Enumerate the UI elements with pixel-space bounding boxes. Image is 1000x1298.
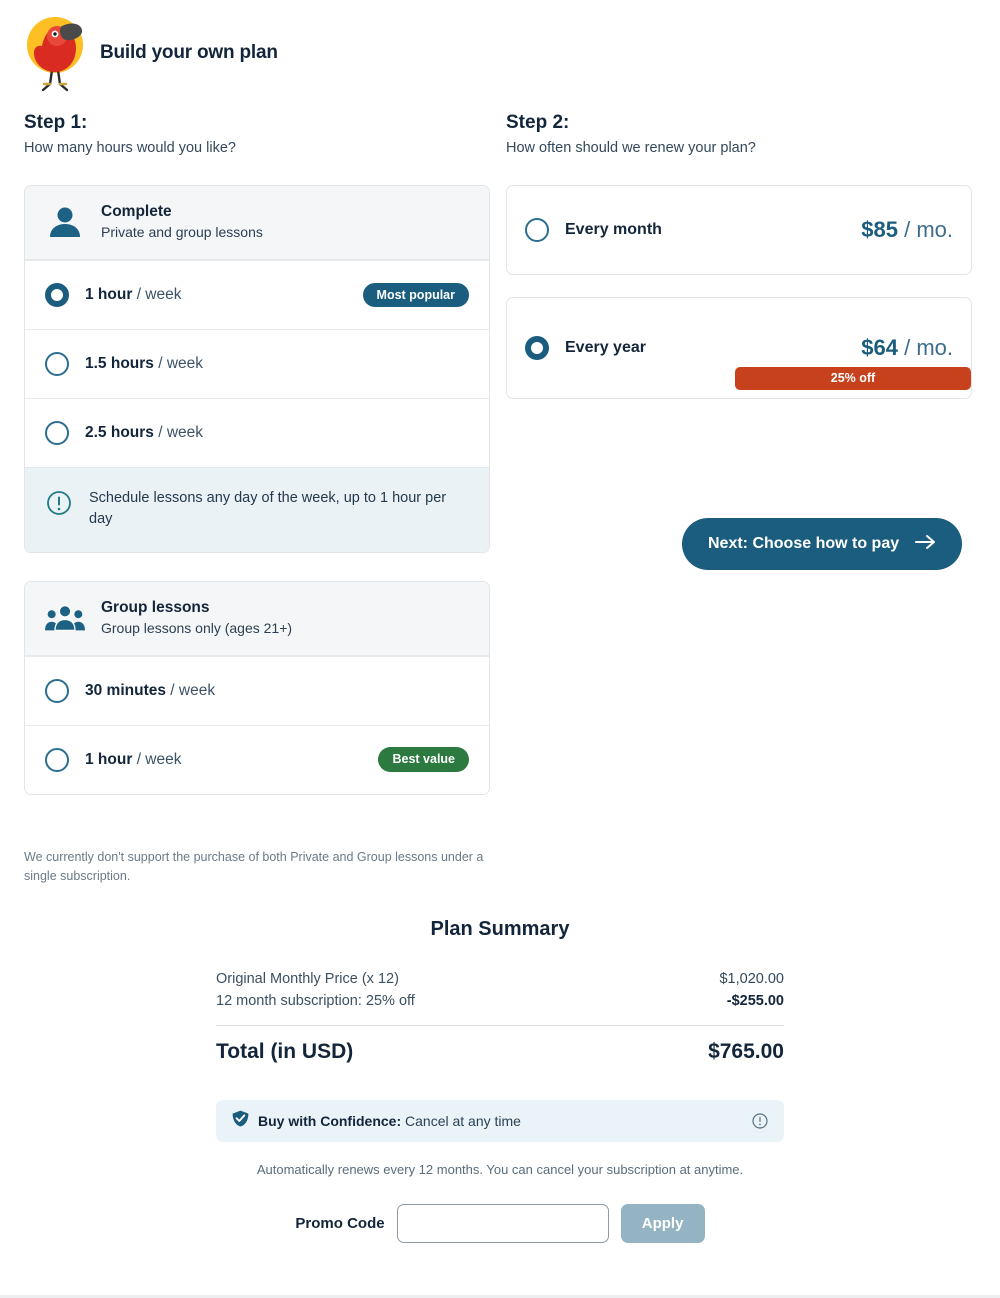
- renewal-price-period: / mo.: [904, 217, 953, 242]
- promo-code-section: Promo Code Apply: [216, 1204, 784, 1243]
- step1-heading: Step 1: How many hours would you like?: [24, 112, 236, 156]
- plan-options-column: Complete Private and group lessons 1 hou…: [24, 185, 490, 795]
- auto-renew-note: Automatically renews every 12 months. Yo…: [256, 1162, 744, 1177]
- info-circle-icon[interactable]: [752, 1113, 768, 1129]
- step2-title: Step 2:: [506, 112, 570, 133]
- build-your-own-plan-page: Build your own plan Step 1: How many hou…: [0, 0, 1000, 1298]
- renewal-price: $64 / mo.: [861, 335, 953, 361]
- option-period: / week: [136, 750, 182, 768]
- plan-card-header: Complete Private and group lessons: [25, 186, 489, 260]
- radio-button[interactable]: [45, 678, 69, 703]
- group-people-icon: [45, 604, 85, 632]
- radio-button[interactable]: [525, 218, 549, 242]
- radio-button[interactable]: [525, 336, 549, 360]
- buy-with-confidence-banner: Buy with Confidence: Cancel at any time: [216, 1100, 784, 1142]
- option-period: / week: [136, 285, 182, 303]
- step1-subtitle: How many hours would you like?: [24, 140, 236, 156]
- renewal-price-amount: $64: [861, 335, 898, 360]
- badge-wrap: Best value: [378, 747, 469, 772]
- radio-button[interactable]: [45, 420, 69, 445]
- plan-summary-title: Plan Summary: [430, 918, 570, 940]
- badge-most-popular: Most popular: [362, 282, 469, 308]
- plan-card-complete: Complete Private and group lessons 1 hou…: [24, 185, 490, 553]
- radio-button[interactable]: [45, 747, 69, 772]
- option-label: 1 hour / week: [85, 751, 182, 769]
- plan-description: Private and group lessons: [101, 223, 263, 240]
- option-amount: 1 hour: [85, 285, 133, 303]
- person-icon: [45, 206, 85, 238]
- plan-name: Complete: [101, 203, 172, 220]
- schedule-note: Schedule lessons any day of the week, up…: [25, 466, 489, 552]
- summary-row-value: $1,020.00: [719, 971, 784, 987]
- confidence-text: Buy with Confidence: Cancel at any time: [258, 1113, 521, 1129]
- option-amount: 30 minutes: [85, 681, 166, 699]
- confidence-bold-text: Buy with Confidence:: [258, 1113, 402, 1129]
- promo-code-input[interactable]: [396, 1204, 609, 1243]
- summary-total-label: Total (in USD): [216, 1040, 354, 1063]
- info-exclamation-icon: [45, 490, 73, 516]
- next-choose-how-to-pay-button[interactable]: Next: Choose how to pay: [682, 518, 963, 570]
- arrow-right-icon: [915, 534, 936, 555]
- discount-badge: 25% off: [735, 366, 971, 390]
- plan-card-header: Group lessons Group lessons only (ages 2…: [25, 581, 489, 656]
- apply-promo-button[interactable]: Apply: [620, 1204, 705, 1243]
- confidence-rest-text: Cancel at any time: [401, 1113, 521, 1129]
- renewal-price-period: / mo.: [904, 335, 953, 360]
- plan-card-group-lessons: Group lessons Group lessons only (ages 2…: [24, 580, 490, 795]
- option-row[interactable]: 1 hour / week Most popular: [25, 259, 489, 329]
- summary-divider: [216, 1025, 784, 1026]
- step1-title: Step 1:: [24, 112, 88, 133]
- step2-subtitle: How often should we renew your plan?: [506, 140, 756, 156]
- purchase-footnote: We currently don't support the purchase …: [24, 850, 484, 884]
- page-title: Build your own plan: [100, 42, 278, 63]
- badge-wrap: Most popular: [362, 282, 469, 308]
- next-button-label: Next: Choose how to pay: [708, 535, 900, 552]
- option-label: 1 hour / week: [85, 286, 182, 304]
- plan-summary-body: Original Monthly Price (x 12) $1,020.00 …: [216, 968, 784, 1064]
- step2-heading: Step 2: How often should we renew your p…: [506, 112, 756, 156]
- summary-row: 12 month subscription: 25% off -$255.00: [216, 990, 784, 1012]
- option-period: / week: [158, 354, 204, 372]
- promo-code-label: Promo Code: [295, 1215, 385, 1232]
- schedule-note-text: Schedule lessons any day of the week, up…: [89, 489, 447, 527]
- option-row[interactable]: 2.5 hours / week: [25, 397, 489, 467]
- renewal-price-amount: $85: [861, 217, 898, 242]
- renewal-option-monthly[interactable]: Every month $85 / mo.: [506, 185, 972, 275]
- renewal-option-yearly[interactable]: Every year $64 / mo. 25% off: [506, 297, 972, 399]
- option-amount: 1.5 hours: [85, 354, 154, 372]
- renewal-price: $85 / mo.: [861, 217, 953, 243]
- summary-total-row: Total (in USD) $765.00: [216, 1040, 784, 1064]
- radio-button[interactable]: [45, 282, 69, 307]
- check-shield-icon: [232, 1110, 249, 1132]
- option-label: 30 minutes / week: [85, 682, 215, 700]
- option-row[interactable]: 1.5 hours / week: [25, 328, 489, 398]
- option-label: 1.5 hours / week: [85, 355, 203, 373]
- option-period: / week: [158, 423, 204, 441]
- summary-row: Original Monthly Price (x 12) $1,020.00: [216, 968, 784, 990]
- option-amount: 1 hour: [85, 750, 133, 768]
- badge-best-value: Best value: [378, 747, 469, 772]
- radio-button[interactable]: [45, 351, 69, 376]
- page-header: Build your own plan: [24, 14, 278, 92]
- renewal-label: Every year: [565, 339, 646, 356]
- summary-row-label: Original Monthly Price (x 12): [216, 971, 399, 987]
- option-row[interactable]: 30 minutes / week: [25, 655, 489, 725]
- option-amount: 2.5 hours: [85, 423, 154, 441]
- option-row[interactable]: 1 hour / week Best value: [25, 724, 489, 794]
- option-period: / week: [170, 681, 216, 699]
- plan-name: Group lessons: [101, 598, 210, 616]
- plan-summary-section: Plan Summary Original Monthly Price (x 1…: [0, 918, 1000, 1243]
- option-label: 2.5 hours / week: [85, 424, 203, 442]
- plan-description: Group lessons only (ages 21+): [101, 619, 293, 636]
- renewal-options-column: Every month $85 / mo. Every year $64 / m…: [506, 185, 972, 399]
- summary-row-label: 12 month subscription: 25% off: [216, 993, 415, 1009]
- renewal-label: Every month: [565, 221, 662, 238]
- summary-row-value: -$255.00: [726, 993, 784, 1009]
- summary-total-value: $765.00: [708, 1040, 784, 1063]
- bird-logo-icon: [24, 14, 86, 92]
